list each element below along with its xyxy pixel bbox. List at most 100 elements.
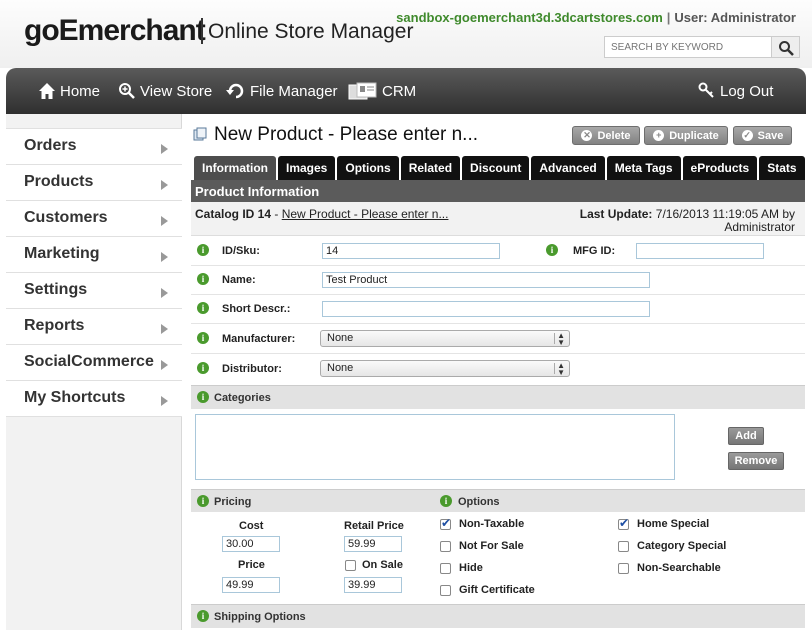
sidebar-item-orders[interactable]: Orders bbox=[6, 129, 182, 165]
sidebar-item-label: Reports bbox=[24, 317, 85, 334]
hide-checkbox[interactable] bbox=[440, 563, 451, 574]
home-special-checkbox[interactable] bbox=[618, 516, 629, 530]
manufacturer-select[interactable]: None ▲ ▼ bbox=[320, 330, 570, 347]
last-update: Last Update: 7/16/2013 11:19:05 AM by Adm… bbox=[580, 208, 795, 234]
on-sale-label: On Sale bbox=[362, 559, 403, 571]
tab-eproducts[interactable]: eProducts bbox=[682, 156, 758, 180]
search-icon bbox=[779, 41, 794, 56]
gift-certificate-checkbox[interactable] bbox=[440, 585, 451, 596]
not-for-sale-label: Not For Sale bbox=[459, 540, 524, 552]
hide-label: Hide bbox=[459, 562, 483, 574]
non-searchable-checkbox[interactable] bbox=[618, 563, 629, 574]
name-label: Name: bbox=[222, 274, 256, 286]
not-for-sale-checkbox[interactable] bbox=[440, 541, 451, 552]
non-searchable-label: Non-Searchable bbox=[637, 562, 721, 574]
page-title: New Product - Please enter n... bbox=[214, 124, 479, 145]
form-row-short-descr: i Short Descr.: bbox=[191, 295, 805, 324]
sidebar-item-label: My Shortcuts bbox=[24, 389, 126, 406]
category-special-checkbox[interactable] bbox=[618, 541, 629, 552]
tab-options[interactable]: Options bbox=[337, 156, 399, 180]
main-nav: Home View Store File Manager CRM Log Out bbox=[6, 68, 806, 114]
mfg-input[interactable] bbox=[636, 243, 764, 259]
info-icon[interactable]: i bbox=[197, 362, 209, 374]
sidebar-item-my-shortcuts[interactable]: My Shortcuts bbox=[6, 381, 182, 417]
delete-button[interactable]: ✕ Delete bbox=[572, 126, 640, 145]
category-special-label: Category Special bbox=[637, 540, 727, 552]
short-descr-label: Short Descr.: bbox=[222, 303, 291, 315]
sku-input[interactable] bbox=[322, 243, 500, 259]
nav-crm[interactable]: CRM bbox=[348, 80, 416, 102]
nav-view-store-label: View Store bbox=[140, 82, 213, 100]
manufacturer-value: None bbox=[327, 332, 354, 344]
sidebar-menu: Orders Products Customers Marketing Sett… bbox=[6, 128, 182, 417]
info-icon[interactable]: i bbox=[197, 391, 209, 403]
brand-logo[interactable]: goEmerchant bbox=[24, 14, 206, 48]
tab-advanced[interactable]: Advanced bbox=[531, 156, 605, 180]
info-icon[interactable]: i bbox=[197, 610, 209, 622]
cost-input[interactable] bbox=[222, 536, 280, 552]
plus-icon: + bbox=[653, 130, 665, 141]
tab-related[interactable]: Related bbox=[400, 156, 461, 180]
info-icon[interactable]: i bbox=[197, 332, 209, 344]
sidebar-item-reports[interactable]: Reports bbox=[6, 309, 182, 345]
nav-home[interactable]: Home bbox=[38, 80, 100, 102]
price-input[interactable] bbox=[222, 577, 280, 593]
retail-price-input[interactable] bbox=[344, 536, 402, 552]
categories-list[interactable] bbox=[195, 414, 675, 480]
info-icon[interactable]: i bbox=[197, 495, 209, 507]
sidebar-item-socialcommerce[interactable]: SocialCommerce bbox=[6, 345, 182, 381]
nav-view-store[interactable]: View Store bbox=[118, 80, 212, 102]
delete-label: Delete bbox=[597, 129, 631, 142]
on-sale-checkbox[interactable] bbox=[345, 560, 356, 571]
select-divider bbox=[554, 363, 555, 374]
nav-logout[interactable]: Log Out bbox=[698, 80, 773, 102]
form-row-distributor: i Distributor: None ▲ ▼ bbox=[191, 354, 805, 384]
duplicate-label: Duplicate bbox=[669, 129, 719, 142]
tab-meta-tags[interactable]: Meta Tags bbox=[606, 156, 681, 180]
sidebar-item-products[interactable]: Products bbox=[6, 165, 182, 201]
nav-file-manager[interactable]: File Manager bbox=[226, 80, 338, 102]
store-host-link[interactable]: sandbox-goemerchant3d.3dcartstores.com bbox=[396, 10, 663, 25]
info-icon[interactable]: i bbox=[440, 495, 452, 507]
catalog-name-link[interactable]: New Product - Please enter n... bbox=[282, 207, 449, 221]
categories-header: i Categories bbox=[191, 385, 805, 409]
save-button[interactable]: ✓ Save bbox=[733, 126, 792, 145]
distributor-select[interactable]: None ▲ ▼ bbox=[320, 360, 570, 377]
tab-information[interactable]: Information bbox=[194, 156, 276, 180]
catalog-bar: Catalog ID 14 - New Product - Please ent… bbox=[191, 202, 805, 236]
tab-stats[interactable]: Stats bbox=[759, 156, 805, 180]
info-icon[interactable]: i bbox=[197, 244, 209, 256]
tab-discount[interactable]: Discount bbox=[462, 156, 530, 180]
form-row-name: i Name: bbox=[191, 266, 805, 295]
non-taxable-label: Non-Taxable bbox=[459, 518, 525, 530]
info-icon[interactable]: i bbox=[546, 244, 558, 256]
add-category-button[interactable]: Add bbox=[728, 427, 764, 445]
sidebar-item-settings[interactable]: Settings bbox=[6, 273, 182, 309]
tab-images[interactable]: Images bbox=[278, 156, 336, 180]
duplicate-button[interactable]: + Duplicate bbox=[644, 126, 728, 145]
options-label: Options bbox=[458, 496, 500, 508]
remove-category-button[interactable]: Remove bbox=[728, 452, 784, 470]
arrow-right-icon bbox=[161, 324, 168, 334]
sidebar-item-marketing[interactable]: Marketing bbox=[6, 237, 182, 273]
store-separator: | bbox=[666, 10, 671, 25]
sidebar-item-customers[interactable]: Customers bbox=[6, 201, 182, 237]
price-label: Price bbox=[238, 559, 265, 571]
home-icon bbox=[39, 83, 55, 99]
search-button[interactable] bbox=[772, 36, 800, 58]
short-descr-input[interactable] bbox=[322, 301, 650, 317]
form-row-manufacturer: i Manufacturer: None ▲ ▼ bbox=[191, 324, 805, 354]
on-sale-price-input[interactable] bbox=[344, 577, 402, 593]
search-input[interactable] bbox=[604, 36, 772, 58]
catalog-id: Catalog ID 14 bbox=[195, 207, 272, 221]
arrow-right-icon bbox=[161, 180, 168, 190]
info-icon[interactable]: i bbox=[197, 273, 209, 285]
catalog-heading: Catalog ID 14 - New Product - Please ent… bbox=[195, 208, 465, 221]
info-icon[interactable]: i bbox=[197, 302, 209, 314]
non-taxable-checkbox[interactable] bbox=[440, 516, 451, 530]
pricing-options-header: i Pricing i Options bbox=[191, 489, 805, 512]
product-icon bbox=[193, 127, 207, 141]
name-input[interactable] bbox=[322, 272, 650, 288]
nav-crm-label: CRM bbox=[382, 82, 417, 100]
select-divider bbox=[554, 333, 555, 344]
